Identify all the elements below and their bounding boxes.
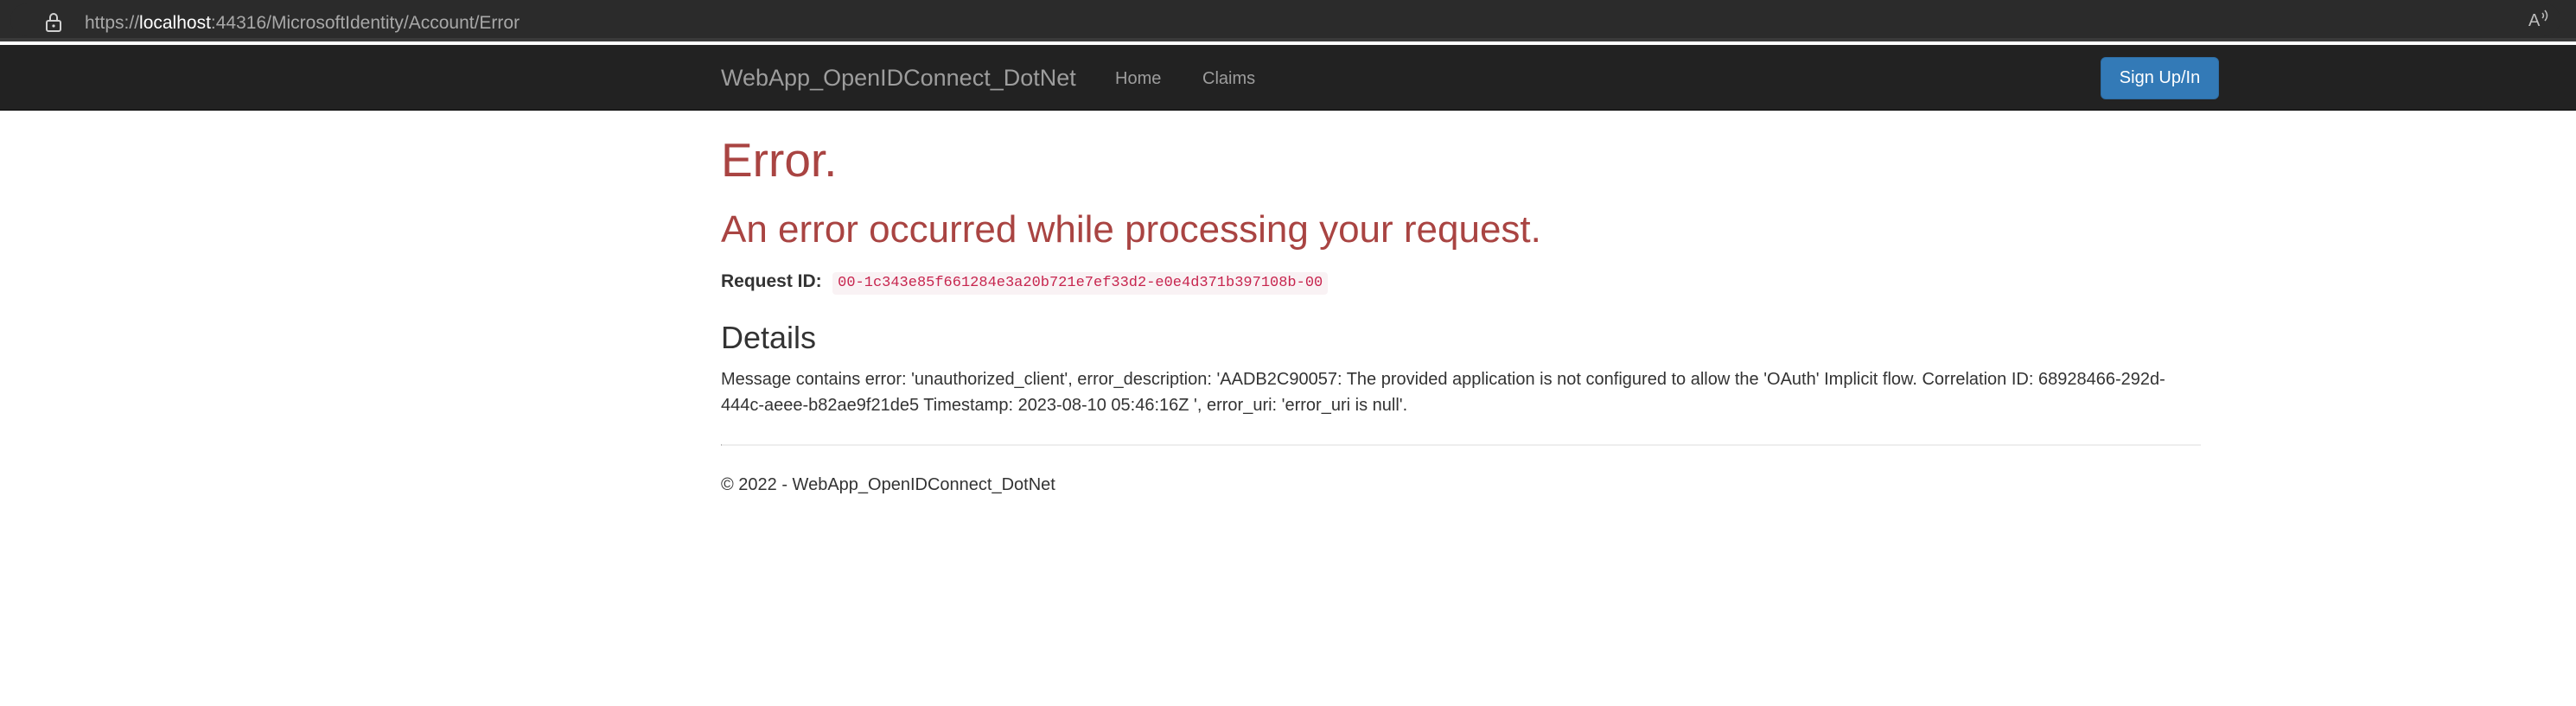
nav-link-claims[interactable]: Claims: [1202, 67, 1255, 90]
navbar-brand[interactable]: WebApp_OpenIDConnect_DotNet: [721, 63, 1076, 92]
footer-divider: [721, 444, 2201, 446]
url-scheme: https://: [85, 13, 140, 33]
request-id-label: Request ID:: [721, 271, 822, 291]
lock-icon[interactable]: [45, 12, 62, 33]
url-field[interactable]: https://localhost:44316/MicrosoftIdentit…: [10, 3, 2560, 36]
read-aloud-icon[interactable]: A: [2528, 8, 2552, 30]
nav-link-home[interactable]: Home: [1115, 67, 1161, 90]
footer-copyright: © 2022 - WebApp_OpenIDConnect_DotNet: [721, 475, 1055, 494]
navbar: WebApp_OpenIDConnect_DotNet Home Claims …: [0, 45, 2576, 111]
page-title: Error.: [721, 133, 838, 187]
sign-up-in-button[interactable]: Sign Up/In: [2101, 57, 2219, 99]
url-host: localhost: [139, 13, 211, 33]
browser-address-bar: https://localhost:44316/MicrosoftIdentit…: [0, 0, 2576, 41]
request-id-row: Request ID: 00-1c343e85f661284e3a20b721e…: [721, 269, 1329, 295]
details-heading: Details: [721, 320, 817, 355]
error-details-message: Message contains error: 'unauthorized_cl…: [721, 370, 2165, 415]
url-text[interactable]: https://localhost:44316/MicrosoftIdentit…: [85, 12, 520, 35]
error-subtitle: An error occurred while processing your …: [721, 208, 1541, 251]
url-path: :44316/MicrosoftIdentity/Account/Error: [210, 13, 520, 33]
svg-text:A: A: [2528, 11, 2541, 30]
request-id-value: 00-1c343e85f661284e3a20b721e7ef33d2-e0e4…: [832, 272, 1329, 295]
